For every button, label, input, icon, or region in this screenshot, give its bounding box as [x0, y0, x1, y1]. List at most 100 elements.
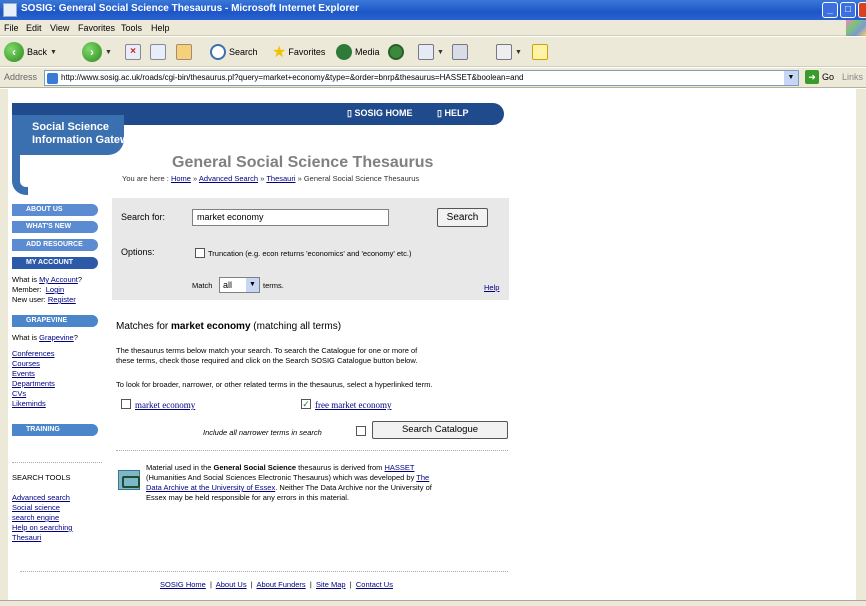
grapevine-likeminds[interactable]: Likeminds: [12, 399, 46, 408]
login-link[interactable]: Login: [46, 285, 64, 294]
search-input[interactable]: market economy: [192, 209, 389, 226]
title-bar: SOSIG: General Social Science Thesaurus …: [0, 0, 866, 20]
menu-bar: File Edit View Favorites Tools Help: [0, 20, 866, 36]
links-button[interactable]: Links: [842, 72, 863, 82]
match-select[interactable]: all ▼: [219, 277, 260, 293]
media-button[interactable]: Media: [336, 40, 380, 64]
grapevine-departments[interactable]: Departments: [12, 379, 55, 388]
nav-whats-new[interactable]: WHAT'S NEW: [12, 221, 98, 233]
scrollbar[interactable]: [856, 89, 866, 600]
search-for-label: Search for:: [121, 212, 166, 222]
footer-site-map[interactable]: Site Map: [316, 580, 346, 589]
breadcrumb-thesauri[interactable]: Thesauri: [266, 174, 295, 183]
thesaurus-credit: Material used in the General Social Scie…: [146, 463, 432, 502]
forward-arrow-icon: ›: [82, 42, 102, 62]
refresh-button[interactable]: [150, 40, 166, 64]
term-link-market-economy[interactable]: market economy: [135, 400, 195, 410]
nav-my-account[interactable]: MY ACCOUNT: [12, 257, 98, 269]
search-catalogue-button[interactable]: Search Catalogue: [372, 421, 508, 439]
search-icon: [210, 44, 226, 60]
divider: [116, 450, 508, 451]
forward-button[interactable]: › ▼: [82, 40, 112, 64]
home-icon: [176, 44, 192, 60]
edit-button[interactable]: ▼: [496, 40, 522, 64]
mail-icon: [418, 44, 434, 60]
address-input[interactable]: http://www.sosig.ac.uk/roads/cgi-bin/the…: [44, 70, 799, 86]
site-logo[interactable]: Social Science Information Gateway: [12, 115, 141, 155]
breadcrumb-home[interactable]: Home: [171, 174, 191, 183]
grapevine-events[interactable]: Events: [12, 369, 35, 378]
mail-button[interactable]: ▼: [418, 40, 444, 64]
stop-button[interactable]: ×: [125, 40, 141, 64]
my-account-link[interactable]: My Account: [39, 275, 78, 284]
address-url: http://www.sosig.ac.uk/roads/cgi-bin/the…: [61, 73, 524, 82]
grapevine-cvs[interactable]: CVs: [12, 389, 26, 398]
results-intro-line2: these terms, check those required and cl…: [116, 356, 418, 365]
address-bar: Address http://www.sosig.ac.uk/roads/cgi…: [0, 68, 866, 88]
nav-help[interactable]: ▯ HELP: [437, 108, 468, 119]
chevron-down-icon: ▼: [105, 48, 112, 56]
breadcrumb-advanced-search[interactable]: Advanced Search: [199, 174, 258, 183]
go-arrow-icon: ➜: [805, 70, 819, 84]
favorites-button[interactable]: ★ Favorites: [272, 40, 325, 64]
help-searching-link[interactable]: Help on searching: [12, 523, 72, 532]
search-button[interactable]: Search: [210, 40, 258, 64]
footer-contact-us[interactable]: Contact Us: [356, 580, 393, 589]
grapevine-conferences[interactable]: Conferences: [12, 349, 55, 358]
search-engine-link[interactable]: search engine: [12, 513, 59, 522]
truncation-checkbox[interactable]: [195, 248, 205, 258]
search-tools-heading: SEARCH TOOLS: [12, 473, 71, 482]
chevron-down-icon: ▼: [515, 48, 522, 56]
thesauri-link[interactable]: Thesauri: [12, 533, 41, 542]
ie-app-icon: [3, 3, 17, 17]
menu-view[interactable]: View: [50, 23, 69, 33]
menu-help[interactable]: Help: [151, 23, 170, 33]
nav-grapevine[interactable]: GRAPEVINE: [12, 315, 98, 327]
toolbar: ‹ Back ▼ › ▼ × Search ★ Favorites Media …: [0, 37, 866, 67]
data-archive-link[interactable]: Data Archive at the University of Essex: [146, 483, 275, 492]
data-archive-link-start[interactable]: The: [416, 473, 429, 482]
note-icon: [532, 44, 548, 60]
history-button[interactable]: [388, 40, 404, 64]
nav-add-resource[interactable]: ADD RESOURCE: [12, 239, 98, 251]
footer-sosig-home[interactable]: SOSIG Home: [160, 580, 206, 589]
grapevine-link[interactable]: Grapevine: [39, 333, 74, 342]
menu-file[interactable]: File: [4, 23, 19, 33]
nav-sosig-home[interactable]: ▯ SOSIG HOME: [347, 108, 412, 119]
minimize-button[interactable]: _: [822, 2, 838, 18]
grapevine-courses[interactable]: Courses: [12, 359, 40, 368]
menu-tools[interactable]: Tools: [121, 23, 142, 33]
results-intro-line1: The thesaurus terms below match your sea…: [116, 346, 418, 355]
help-link[interactable]: Help: [484, 283, 499, 292]
term-link-free-market-economy[interactable]: free market economy: [315, 400, 391, 410]
menu-edit[interactable]: Edit: [26, 23, 42, 33]
window-title: SOSIG: General Social Science Thesaurus …: [21, 3, 359, 14]
search-submit-button[interactable]: Search: [437, 208, 488, 227]
close-button[interactable]: [858, 2, 866, 18]
footer-about-us[interactable]: About Us: [216, 580, 247, 589]
print-button[interactable]: [452, 40, 468, 64]
register-link[interactable]: Register: [48, 295, 76, 304]
nav-training[interactable]: TRAINING: [12, 424, 98, 436]
nav-about-us[interactable]: ABOUT US: [12, 204, 98, 216]
page-title: General Social Science Thesaurus: [172, 154, 434, 171]
chevron-down-icon[interactable]: ▼: [784, 71, 798, 85]
social-science-link[interactable]: Social science: [12, 503, 60, 512]
hasset-link[interactable]: HASSET: [384, 463, 414, 472]
messenger-button[interactable]: [532, 40, 548, 64]
star-icon: ★: [272, 44, 287, 61]
refresh-icon: [150, 44, 166, 60]
menu-favorites[interactable]: Favorites: [78, 23, 115, 33]
narrower-terms-checkbox[interactable]: [356, 426, 366, 436]
status-bar: [0, 600, 866, 606]
match-label: Match: [192, 281, 213, 290]
maximize-button[interactable]: □: [840, 2, 856, 18]
back-button[interactable]: ‹ Back ▼: [4, 40, 57, 64]
go-button[interactable]: ➜ Go: [805, 70, 834, 84]
back-arrow-icon: ‹: [4, 42, 24, 62]
advanced-search-link[interactable]: Advanced search: [12, 493, 70, 502]
home-button[interactable]: [176, 40, 192, 64]
footer-about-funders[interactable]: About Funders: [256, 580, 305, 589]
term-checkbox-free-market-economy[interactable]: ✓: [301, 399, 311, 409]
term-checkbox-market-economy[interactable]: [121, 399, 131, 409]
